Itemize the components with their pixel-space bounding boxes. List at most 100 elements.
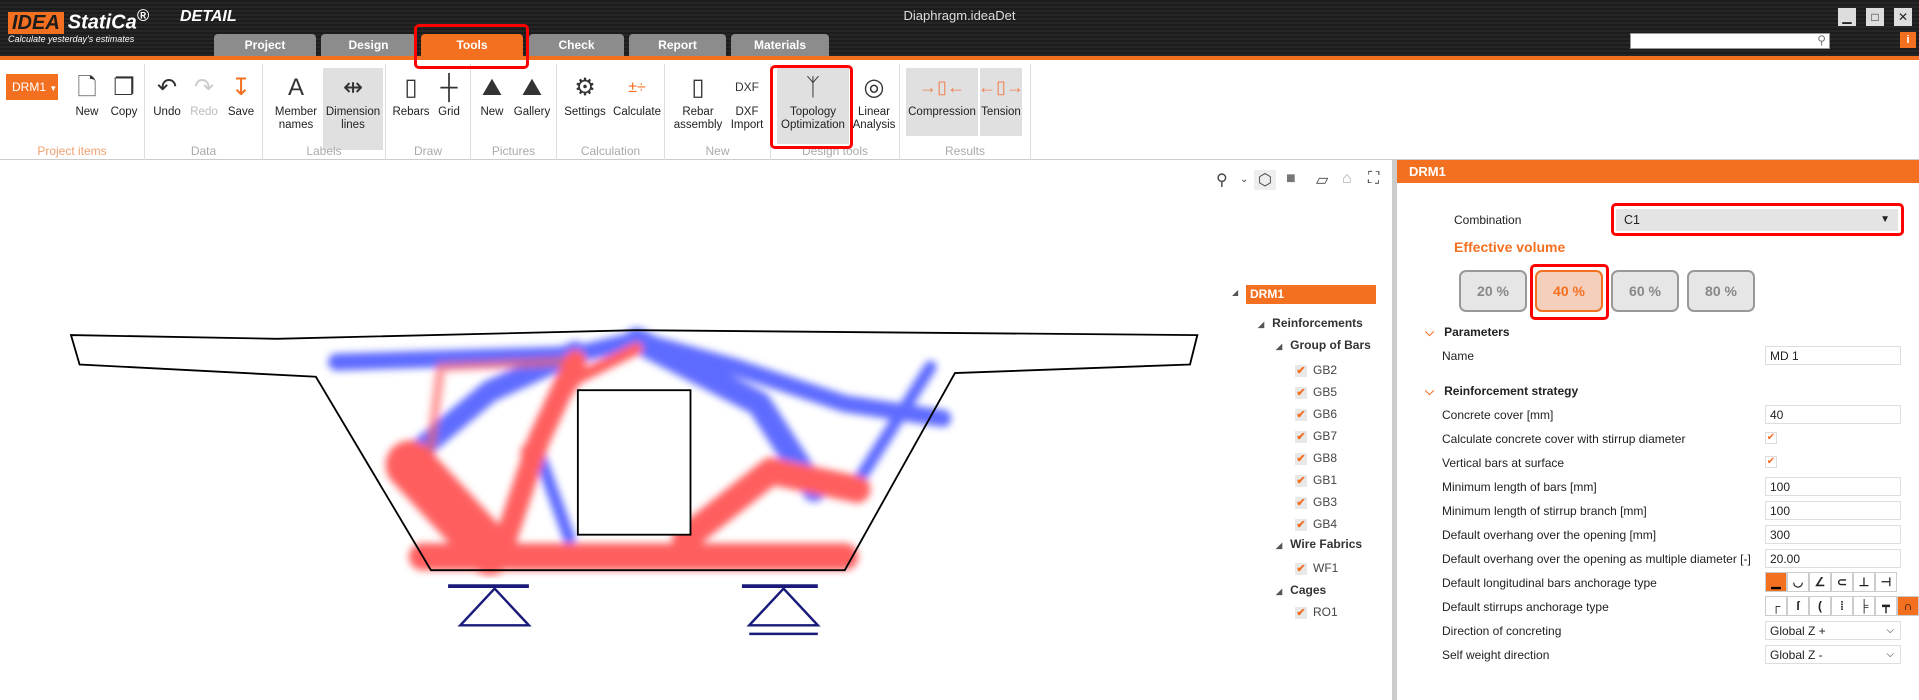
maximize-button[interactable]: □ [1866, 8, 1884, 26]
volume-60-button[interactable]: 60 % [1611, 270, 1679, 312]
tab-materials[interactable]: Materials [731, 34, 829, 56]
tree-item-gb2[interactable]: ✔ GB2 [1295, 363, 1337, 377]
checkbox-checked-icon[interactable]: ✔ [1295, 607, 1307, 619]
new-button[interactable]: 🗋 New [70, 68, 104, 136]
concrete-cover-input[interactable]: 40 [1765, 405, 1901, 424]
calculate-button[interactable]: ±÷ Calculate [611, 68, 663, 136]
member-names-button[interactable]: A Member names [271, 68, 321, 136]
tab-design[interactable]: Design [321, 34, 416, 56]
save-button[interactable]: ↧ Save [223, 68, 259, 136]
grid-button[interactable]: ┼ Grid [432, 68, 466, 136]
dxf-import-button[interactable]: DXF DXF Import [727, 68, 767, 136]
undo-icon: ↶ [156, 73, 178, 101]
undo-button[interactable]: ↶ Undo [149, 68, 185, 136]
checkbox-checked-icon[interactable]: ✔ [1295, 365, 1307, 377]
parameters-section[interactable]: ⌵ Parameters [1425, 325, 1510, 340]
new-picture-button[interactable]: ⛰ New [475, 68, 509, 136]
checkbox-checked-icon[interactable]: ✔ [1295, 475, 1307, 487]
info-button[interactable]: i [1900, 32, 1916, 48]
overhang-mult-input[interactable]: 20.00 [1765, 549, 1901, 568]
label: Group of Bars [1290, 338, 1371, 352]
panel-title: DRM1 [1397, 160, 1919, 183]
volume-80-button[interactable]: 80 % [1687, 270, 1755, 312]
tree-item-gb3[interactable]: ✔ GB3 [1295, 495, 1337, 509]
ribbon: DRM1 ▼ 🗋 New ❐ Copy Project items ↶ Undo ↷ R… [0, 56, 1919, 160]
redo-button[interactable]: ↷ Redo [187, 68, 221, 136]
anchor-plate-icon[interactable]: ⊥ [1853, 572, 1875, 592]
tree-item-gb8[interactable]: ✔ GB8 [1295, 451, 1337, 465]
tension-icon: ←▯→ [978, 76, 1024, 97]
reinforcement-strategy-section[interactable]: ⌵ Reinforcement strategy [1425, 384, 1578, 399]
tension-button[interactable]: ←▯→ Tension [978, 68, 1024, 136]
overhang-input[interactable]: 300 [1765, 525, 1901, 544]
model-viewport[interactable]: ⚲ ⌄ ⬡ ■ ▱ ⌂ ⛶ ◢ DRM1 ◢ Reinforcements ◢ Gr… [0, 160, 1392, 700]
chevron-down-icon: ⌵ [1425, 384, 1435, 398]
chevron-down-icon: ⌵ [1425, 325, 1435, 339]
anchor-head-icon[interactable]: ⊣ [1875, 572, 1897, 592]
stirrup-closed-icon[interactable]: ∩ [1897, 596, 1919, 616]
stirrup-curve-icon[interactable]: ( [1809, 596, 1831, 616]
linear-analysis-button[interactable]: ◎ Linear Analysis [851, 68, 897, 136]
settings-button[interactable]: ⚙ Settings [561, 68, 609, 136]
name-input[interactable]: MD 1 [1765, 346, 1901, 365]
checkbox-checked-icon[interactable]: ✔ [1295, 409, 1307, 421]
checkbox-checked-icon[interactable]: ✔ [1295, 519, 1307, 531]
tree-wire-fabrics[interactable]: ◢ Wire Fabrics [1276, 537, 1362, 551]
tree-reinforcements[interactable]: ◢ Reinforcements [1258, 316, 1363, 330]
stirrup-dots-icon[interactable]: ⁞ [1831, 596, 1853, 616]
tree-item-gb5[interactable]: ✔ GB5 [1295, 385, 1337, 399]
tab-report[interactable]: Report [629, 34, 726, 56]
tree-item-gb4[interactable]: ✔ GB4 [1295, 517, 1337, 531]
tree-item-gb6[interactable]: ✔ GB6 [1295, 407, 1337, 421]
collapse-icon[interactable]: ◢ [1276, 587, 1282, 596]
min-len-stirrup-input[interactable]: 100 [1765, 501, 1901, 520]
item-selector[interactable]: DRM1 ▼ [6, 74, 58, 100]
anchor-straight-icon[interactable]: ▁ [1765, 572, 1787, 592]
stirrup-dot-icon[interactable]: ╞ [1853, 596, 1875, 616]
vertical-bars-checkbox[interactable]: ✔ [1765, 456, 1777, 468]
tab-project[interactable]: Project [214, 34, 316, 56]
tagline: Calculate yesterday's estimates [8, 34, 135, 44]
rebars-button[interactable]: ▯ Rebars [392, 68, 430, 136]
stirrup-plate-icon[interactable]: ┯ [1875, 596, 1897, 616]
checkbox-checked-icon[interactable]: ✔ [1295, 563, 1307, 575]
search-input[interactable]: ⚲ [1630, 33, 1830, 49]
tree-item-ro1[interactable]: ✔ RO1 [1295, 605, 1338, 619]
rebar-assembly-button[interactable]: ▯ Rebar assembly [671, 68, 725, 136]
stirrup-corner-icon[interactable]: ┌ [1765, 596, 1787, 616]
volume-20-button[interactable]: 20 % [1459, 270, 1527, 312]
label: Linear [858, 106, 890, 118]
tree-item-gb1[interactable]: ✔ GB1 [1295, 473, 1337, 487]
copy-button[interactable]: ❐ Copy [106, 68, 142, 136]
label: Save [227, 106, 255, 118]
anchor-bend-icon[interactable]: ∠ [1809, 572, 1831, 592]
checkbox-checked-icon[interactable]: ✔ [1295, 387, 1307, 399]
checkbox-checked-icon[interactable]: ✔ [1295, 497, 1307, 509]
minimize-button[interactable]: ▁ [1838, 8, 1856, 26]
gallery-button[interactable]: ⛰ Gallery [511, 68, 553, 136]
collapse-icon[interactable]: ◢ [1276, 342, 1282, 351]
tree-item-gb7[interactable]: ✔ GB7 [1295, 429, 1337, 443]
stirrup-hook-icon[interactable]: ſ [1787, 596, 1809, 616]
collapse-icon[interactable]: ◢ [1258, 320, 1264, 329]
checkbox-checked-icon[interactable]: ✔ [1295, 431, 1307, 443]
collapse-icon[interactable]: ◢ [1276, 541, 1282, 550]
min-len-bars-input[interactable]: 100 [1765, 477, 1901, 496]
self-weight-select[interactable]: Global Z - ⌵ [1765, 645, 1901, 664]
tree-root[interactable]: DRM1 [1246, 285, 1376, 304]
tab-check[interactable]: Check [529, 34, 624, 56]
tree-item-wf1[interactable]: ✔ WF1 [1295, 561, 1338, 575]
dimension-lines-button[interactable]: ⇹ Dimension lines [323, 68, 383, 150]
overhang-row: Default overhang over the opening [mm] 30… [1442, 524, 1912, 546]
compression-button[interactable]: →▯← Compression [906, 68, 978, 136]
tree-cages[interactable]: ◢ Cages [1276, 583, 1326, 597]
anchor-loop-icon[interactable]: ⊂ [1831, 572, 1853, 592]
calc-cover-checkbox[interactable]: ✔ [1765, 432, 1777, 444]
label: Grid [438, 106, 460, 118]
collapse-icon[interactable]: ◢ [1232, 288, 1238, 297]
checkbox-checked-icon[interactable]: ✔ [1295, 453, 1307, 465]
concreting-select[interactable]: Global Z + ⌵ [1765, 621, 1901, 640]
close-button[interactable]: ✕ [1894, 8, 1912, 26]
anchor-hook-icon[interactable]: ◡ [1787, 572, 1809, 592]
tree-group-of-bars[interactable]: ◢ Group of Bars [1276, 338, 1371, 352]
